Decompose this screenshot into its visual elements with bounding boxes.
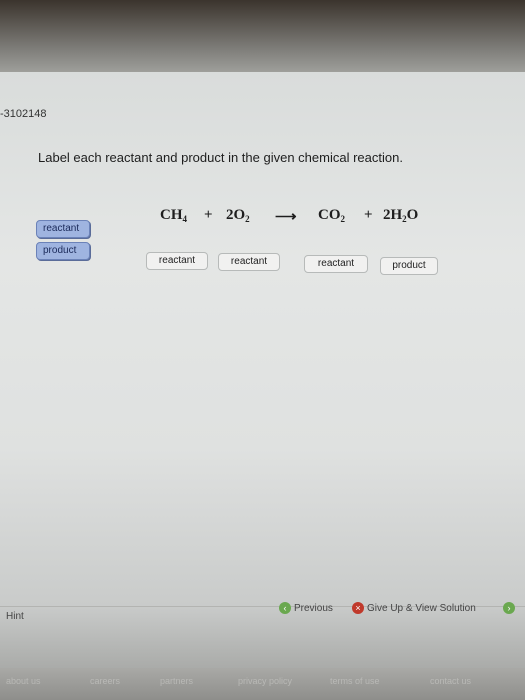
next-button-partial[interactable]: › [503, 602, 518, 614]
instruction-text: Label each reactant and product in the g… [38, 150, 403, 165]
footer-link-about[interactable]: about us [6, 676, 41, 686]
question-id: -3102148 [0, 108, 47, 120]
footer-link-contact[interactable]: contact us [430, 676, 471, 686]
drop-target-2h2o[interactable]: product [380, 257, 438, 275]
equation-term-ch4: CH4 [160, 207, 187, 224]
next-arrow-icon: › [503, 602, 515, 614]
previous-arrow-icon: ‹ [279, 602, 291, 614]
label-tile-reactant[interactable]: reactant [36, 220, 90, 238]
monitor-bezel [0, 0, 525, 80]
drop-target-co2[interactable]: reactant [304, 255, 368, 273]
give-up-label: Give Up & View Solution [367, 602, 476, 614]
drop-target-2o2[interactable]: reactant [218, 253, 280, 271]
equation-term-2h2o: 2H2O [383, 207, 419, 224]
reaction-arrow-icon: ⟶ [275, 209, 297, 225]
equation-term-co2: CO2 [318, 207, 345, 224]
footer-link-careers[interactable]: careers [90, 676, 120, 686]
equation-plus-1: + [204, 207, 213, 223]
give-up-x-icon: × [352, 602, 364, 614]
previous-button[interactable]: ‹ Previous [279, 602, 333, 614]
drop-target-ch4[interactable]: reactant [146, 252, 208, 270]
footer-link-privacy[interactable]: privacy policy [238, 676, 292, 686]
hint-link[interactable]: Hint [6, 611, 24, 622]
footer-link-partners[interactable]: partners [160, 676, 193, 686]
footer-link-terms[interactable]: terms of use [330, 676, 380, 686]
equation-term-2o2: 2O2 [226, 207, 250, 224]
equation-plus-2: + [364, 207, 373, 223]
previous-label: Previous [294, 602, 333, 614]
label-tile-product[interactable]: product [36, 242, 90, 260]
give-up-button[interactable]: × Give Up & View Solution [352, 602, 476, 614]
